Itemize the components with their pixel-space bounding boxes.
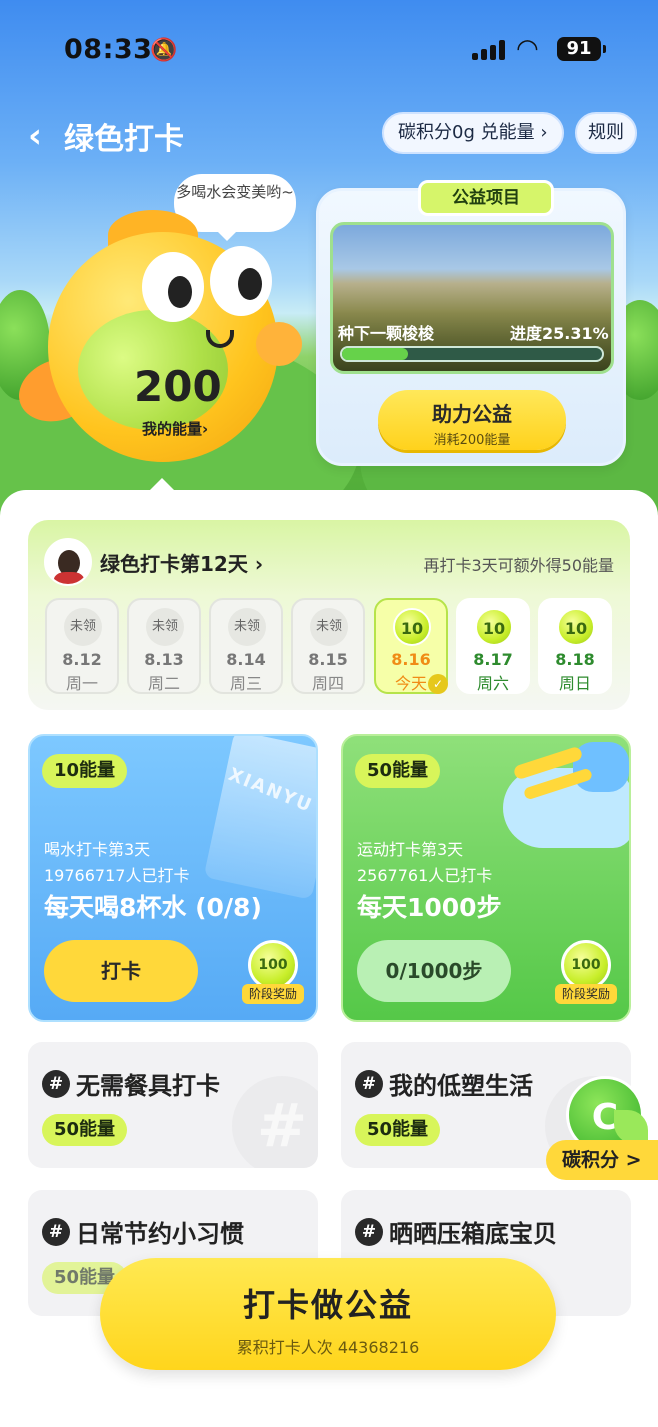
task-streak: 运动打卡第3天 xyxy=(357,840,464,859)
topic-title: 日常节约小习惯 xyxy=(76,1220,244,1248)
back-chevron-icon[interactable]: ‹ xyxy=(28,116,42,156)
day-date: 8.16 xyxy=(391,650,431,669)
sneaker-illustration xyxy=(483,738,629,858)
support-charity-cost: 消耗200能量 xyxy=(433,433,511,448)
day-weekday: 周日 xyxy=(558,674,591,693)
my-energy-label: 我的能量 xyxy=(142,420,203,438)
task-streak: 喝水打卡第3天 xyxy=(44,840,151,859)
checkin-streak-link[interactable]: 绿色打卡第12天 › xyxy=(100,548,263,577)
project-progress-fill xyxy=(342,348,408,360)
avatar xyxy=(44,538,92,586)
water-glass-illustration xyxy=(203,736,316,900)
hashtag-icon: # xyxy=(355,1218,383,1246)
bell-muted-icon: 🔕 xyxy=(150,38,178,63)
topic-title: 晒晒压箱底宝贝 xyxy=(389,1220,557,1248)
carbon-exchange-label: 碳积分0g 兑能量 xyxy=(398,122,535,143)
task-goal: 每天1000步 xyxy=(357,893,502,922)
steps-task-card[interactable]: 50能量 运动打卡第3天 2567761人已打卡 每天1000步 0/1000步… xyxy=(341,734,631,1022)
checkin-day: 10 8.17 周六 xyxy=(456,598,530,694)
topic-title: 无需餐具打卡 xyxy=(76,1072,220,1100)
topic-energy-tag: 50能量 xyxy=(355,1114,441,1146)
day-weekday: 周三 xyxy=(229,674,262,693)
checkin-day-today[interactable]: 10 8.16 今天 ✓ xyxy=(374,598,448,694)
support-charity-button[interactable]: 助力公益 消耗200能量 xyxy=(378,390,566,450)
reward-coin: 100 xyxy=(561,940,611,990)
checkin-day: 未领 8.15 周四 xyxy=(291,598,365,694)
day-coin: 未领 xyxy=(310,608,348,646)
project-name: 种下一颗梭梭 xyxy=(338,324,435,343)
task-goal: 每天喝8杯水 (0/8) xyxy=(44,893,262,922)
checkin-charity-button[interactable]: 打卡做公益 累积打卡人次 44368216 xyxy=(100,1258,556,1370)
hashtag-icon: # xyxy=(42,1070,70,1098)
carbon-points-button[interactable]: 碳积分 > xyxy=(546,1140,658,1180)
signal-icon xyxy=(472,40,506,60)
page-title: 绿色打卡 xyxy=(64,122,184,157)
hashtag-icon: # xyxy=(355,1070,383,1098)
day-date: 8.12 xyxy=(62,650,102,669)
checkmark-icon: ✓ xyxy=(428,674,448,694)
reward-coin: 100 xyxy=(248,940,298,990)
checkin-streak-title: 绿色打卡第12天 xyxy=(100,552,248,576)
topic-card[interactable]: # # 无需餐具打卡 50能量 xyxy=(28,1042,318,1168)
checkin-day: 未领 8.13 周二 xyxy=(127,598,201,694)
my-energy-link[interactable]: 我的能量› xyxy=(142,418,208,439)
day-weekday: 周四 xyxy=(311,674,344,693)
task-participants: 19766717人已打卡 xyxy=(44,866,190,885)
water-checkin-button[interactable]: 打卡 xyxy=(44,940,198,1002)
day-weekday: 周一 xyxy=(65,674,98,693)
project-tag: 公益项目 xyxy=(418,180,554,216)
day-date: 8.15 xyxy=(308,650,348,669)
checkin-day: 未领 8.14 周三 xyxy=(209,598,283,694)
reward-label: 阶段奖励 xyxy=(555,984,617,1004)
topic-title: 我的低塑生活 xyxy=(389,1072,533,1100)
cta-total-count: 累积打卡人次 44368216 xyxy=(236,1338,420,1357)
my-energy-value: 200 xyxy=(134,362,222,411)
reward-label: 阶段奖励 xyxy=(242,984,304,1004)
task-energy-tag: 50能量 xyxy=(355,754,441,788)
project-progress-bar xyxy=(340,346,604,362)
hashtag-watermark-icon: # xyxy=(232,1076,318,1168)
checkin-day: 未领 8.12 周一 xyxy=(45,598,119,694)
day-coin: 未领 xyxy=(228,608,266,646)
day-coin: 10 xyxy=(475,608,513,646)
task-energy-tag: 10能量 xyxy=(42,754,128,788)
status-bar: 08:33 🔕 ◠ 91 xyxy=(0,28,658,72)
chevron-right-icon: › xyxy=(202,420,209,438)
day-date: 8.17 xyxy=(473,650,513,669)
day-date: 8.13 xyxy=(144,650,184,669)
mascot-eye xyxy=(210,246,272,316)
status-time: 08:33 xyxy=(64,34,153,65)
mascot-eye xyxy=(142,252,204,322)
chevron-right-icon: › xyxy=(254,552,264,576)
rules-button[interactable]: 规则 xyxy=(575,112,637,154)
day-coin: 10 xyxy=(557,608,595,646)
day-date: 8.14 xyxy=(226,650,266,669)
carbon-exchange-button[interactable]: 碳积分0g 兑能量 › xyxy=(382,112,564,154)
mascot-fin xyxy=(256,322,302,366)
hashtag-icon: # xyxy=(42,1218,70,1246)
checkin-day: 10 8.18 周日 xyxy=(538,598,612,694)
wifi-icon: ◠ xyxy=(516,34,539,64)
day-coin: 未领 xyxy=(64,608,102,646)
day-weekday: 周二 xyxy=(147,674,180,693)
day-coin: 10 xyxy=(393,608,431,646)
water-task-card[interactable]: XIANYU 10能量 喝水打卡第3天 19766717人已打卡 每天喝8杯水 … xyxy=(28,734,318,1022)
project-progress-text: 进度25.31% xyxy=(510,324,609,343)
steps-progress-button[interactable]: 0/1000步 xyxy=(357,940,511,1002)
day-coin: 未领 xyxy=(146,608,184,646)
battery-icon: 91 xyxy=(557,37,606,61)
topic-energy-tag: 50能量 xyxy=(42,1114,128,1146)
stage-reward[interactable]: 100 阶段奖励 xyxy=(242,940,304,1006)
cta-label: 打卡做公益 xyxy=(242,1286,413,1324)
stage-reward[interactable]: 100 阶段奖励 xyxy=(555,940,617,1006)
chevron-right-icon: › xyxy=(540,122,548,143)
checkin-bonus-hint: 再打卡3天可额外得50能量 xyxy=(423,556,614,575)
task-participants: 2567761人已打卡 xyxy=(357,866,493,885)
support-charity-label: 助力公益 xyxy=(432,402,512,426)
day-date: 8.18 xyxy=(555,650,595,669)
day-weekday: 周六 xyxy=(476,674,509,693)
